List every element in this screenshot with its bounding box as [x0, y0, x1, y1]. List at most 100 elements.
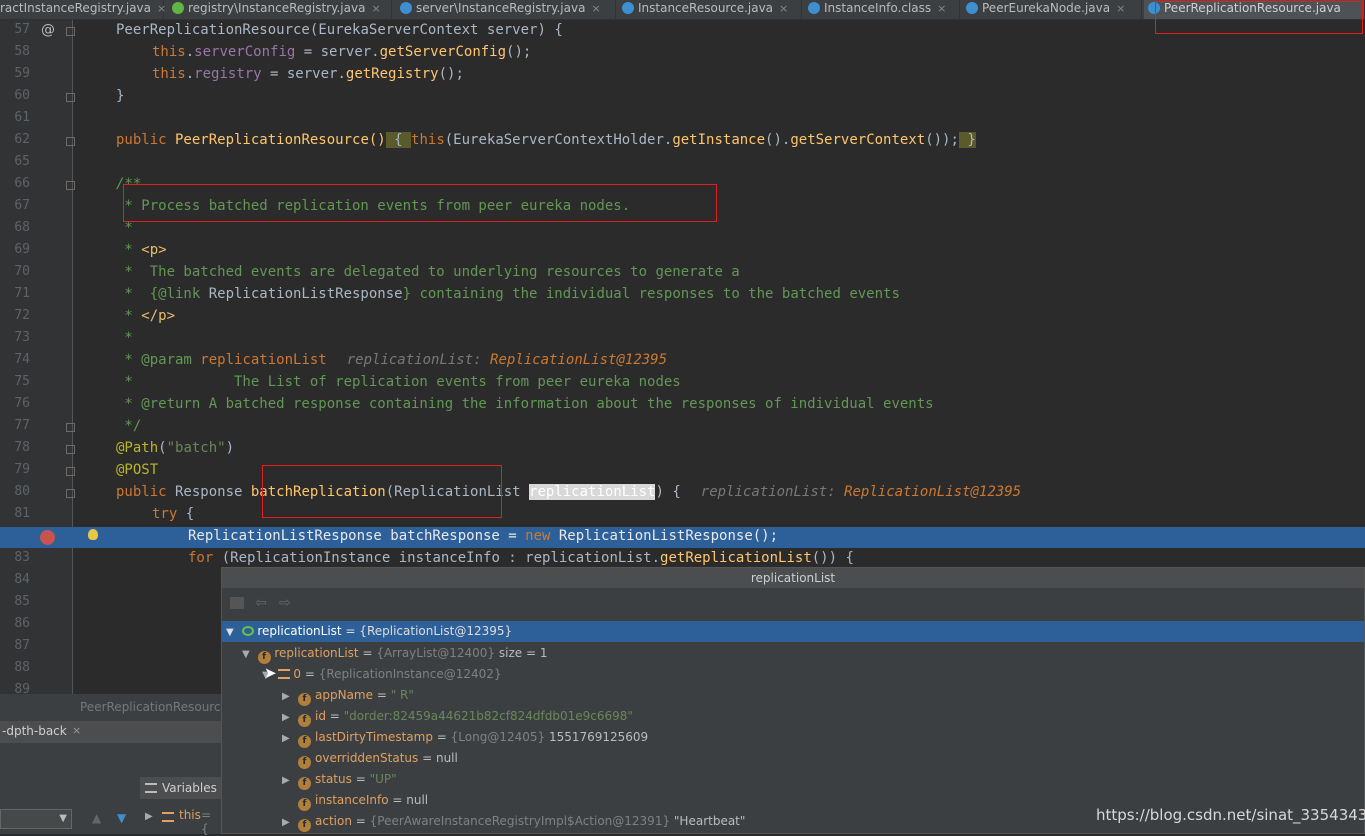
close-icon[interactable]: ×	[591, 2, 600, 15]
chevron-down-icon[interactable]: ▼	[59, 813, 67, 824]
tree-item-row[interactable]: ▼ 0 = {ReplicationInstance@12402}	[262, 664, 502, 686]
doc-comment-line: * {@link ReplicationListResponse} contai…	[116, 286, 900, 302]
line-number: 80	[14, 484, 30, 499]
code-line-59[interactable]: this.registry = server.getRegistry();	[152, 66, 464, 82]
watch-icon[interactable]	[230, 597, 244, 609]
field-icon: f	[298, 798, 311, 811]
arrow-up-icon[interactable]: ▲	[92, 811, 101, 825]
field-row[interactable]: f overriddenStatus = null	[282, 748, 458, 769]
variables-tab[interactable]: Variables	[140, 777, 221, 799]
frame-selector[interactable]: ▼	[0, 809, 72, 829]
line-number: 59	[14, 66, 30, 81]
line-number: 71	[14, 286, 30, 301]
line-number: 62	[14, 132, 30, 147]
line-number: 81	[14, 506, 30, 521]
close-icon[interactable]: ×	[779, 2, 788, 15]
highlight-box	[262, 465, 502, 518]
expand-icon[interactable]: ▶	[282, 707, 296, 728]
doc-comment-line: * The batched events are delegated to un…	[116, 264, 740, 280]
tab-abstract-instance-registry[interactable]: ractInstanceRegistry.java ×	[0, 0, 166, 19]
fold-icon[interactable]	[66, 137, 75, 146]
forward-arrow-icon[interactable]: ⇨	[279, 595, 291, 611]
expand-icon[interactable]: ▶	[282, 812, 296, 833]
field-row[interactable]: ▶ f lastDirtyTimestamp = {Long@12405} 1551…	[282, 727, 648, 749]
fold-icon[interactable]	[66, 181, 75, 190]
code-line-57[interactable]: PeerReplicationResource(EurekaServerCont…	[116, 22, 563, 38]
tree-child-row[interactable]: ▼ f replicationList = {ArrayList@12400} …	[242, 643, 547, 665]
code-line-80[interactable]: public Response batchReplication(Replica…	[116, 484, 1021, 500]
line-number: 72	[14, 308, 30, 323]
path-annotation[interactable]: @Path("batch")	[116, 440, 234, 456]
field-icon: f	[298, 819, 311, 832]
close-icon[interactable]: ×	[1116, 2, 1125, 15]
tree-root-row[interactable]: ▼ replicationList = {ReplicationList@123…	[222, 621, 1364, 642]
code-line-83[interactable]: for (ReplicationInstance instanceInfo : …	[188, 550, 854, 566]
lightbulb-icon[interactable]	[88, 529, 98, 540]
close-icon[interactable]: ×	[157, 2, 166, 15]
tab-instance-resource[interactable]: InstanceResource.java ×	[618, 0, 802, 19]
field-row[interactable]: f instanceInfo = null	[282, 790, 428, 811]
collapse-icon[interactable]: ▼	[242, 649, 250, 660]
fold-icon[interactable]	[66, 467, 75, 476]
expand-icon[interactable]: ▶	[282, 770, 296, 791]
field-row[interactable]: ▶ f id = "dorder:82459a44621b82cf824dfdb01…	[282, 706, 633, 728]
back-arrow-icon[interactable]: ⇦	[255, 595, 267, 611]
collapse-icon[interactable]: ▼	[226, 627, 234, 638]
tab-peer-eureka-node[interactable]: PeerEurekaNode.java ×	[962, 0, 1142, 19]
run-tab-bar: -dpth-back ×	[0, 721, 221, 743]
close-icon[interactable]: ×	[72, 724, 81, 737]
line-number: 73	[14, 330, 30, 345]
debug-left-panel: PeerReplicationResourc -dpth-back × Vari…	[0, 694, 221, 836]
doc-comment-line: *	[116, 220, 133, 236]
code-line-82[interactable]: ReplicationListResponse batchResponse = …	[188, 528, 778, 544]
line-number: 83	[14, 550, 30, 565]
code-line-60[interactable]: }	[116, 88, 124, 104]
line-number: 79	[14, 462, 30, 477]
close-icon[interactable]: ×	[371, 2, 380, 15]
fold-icon[interactable]	[66, 27, 75, 36]
code-line-62[interactable]: public PeerReplicationResource() { this(…	[116, 132, 976, 148]
field-icon: f	[298, 693, 311, 706]
line-number: 68	[14, 220, 30, 235]
field-row[interactable]: ▶ f status = "UP"	[282, 769, 397, 791]
doc-comment-line: *	[116, 330, 133, 346]
line-number: 67	[14, 198, 30, 213]
line-number: 66	[14, 176, 30, 191]
tab-instance-info[interactable]: InstanceInfo.class ×	[804, 0, 960, 19]
fold-icon[interactable]	[66, 423, 75, 432]
code-line-81[interactable]: try {	[152, 506, 194, 522]
java-class-icon	[808, 2, 820, 14]
expand-icon[interactable]: ▶	[282, 686, 296, 707]
java-class-icon	[966, 2, 978, 14]
variable-icon	[162, 812, 174, 822]
fold-icon[interactable]	[66, 445, 75, 454]
run-config-tab[interactable]: -dpth-back	[2, 724, 67, 738]
tab-registry-instance-registry[interactable]: registry\InstanceRegistry.java ×	[168, 0, 392, 19]
field-icon: f	[298, 714, 311, 727]
line-number: 86	[14, 616, 30, 631]
highlight-box	[1155, 1, 1363, 34]
field-row[interactable]: ▶ f appName = " R"	[282, 685, 414, 707]
popup-title: replicationList	[222, 568, 1364, 588]
post-annotation[interactable]: @POST	[116, 462, 158, 478]
arrow-down-icon[interactable]: ▼	[117, 811, 126, 825]
line-number: 76	[14, 396, 30, 411]
breakpoint-icon[interactable]	[40, 530, 55, 545]
java-class-icon	[622, 2, 634, 14]
field-row[interactable]: ▶ f action = {PeerAwareInstanceRegistryImp…	[282, 811, 745, 833]
tab-server-instance-registry[interactable]: server\InstanceRegistry.java ×	[396, 0, 616, 19]
doc-comment-line: * </p>	[116, 308, 176, 324]
fold-icon[interactable]	[66, 93, 75, 102]
editor-file-tab[interactable]: PeerReplicationResourc	[80, 694, 221, 718]
line-number: 69	[14, 242, 30, 257]
doc-comment-return: * @return A batched response containing …	[116, 396, 934, 412]
expand-icon[interactable]: ▶	[145, 811, 153, 822]
doc-comment-line: * <p>	[116, 242, 167, 258]
close-icon[interactable]: ×	[937, 2, 946, 15]
java-class-icon	[400, 2, 412, 14]
fold-icon[interactable]	[66, 489, 75, 498]
expand-icon[interactable]: ▶	[282, 728, 296, 749]
line-number: 88	[14, 660, 30, 675]
code-line-58[interactable]: this.serverConfig = server.getServerConf…	[152, 44, 531, 60]
field-icon: f	[298, 756, 311, 769]
